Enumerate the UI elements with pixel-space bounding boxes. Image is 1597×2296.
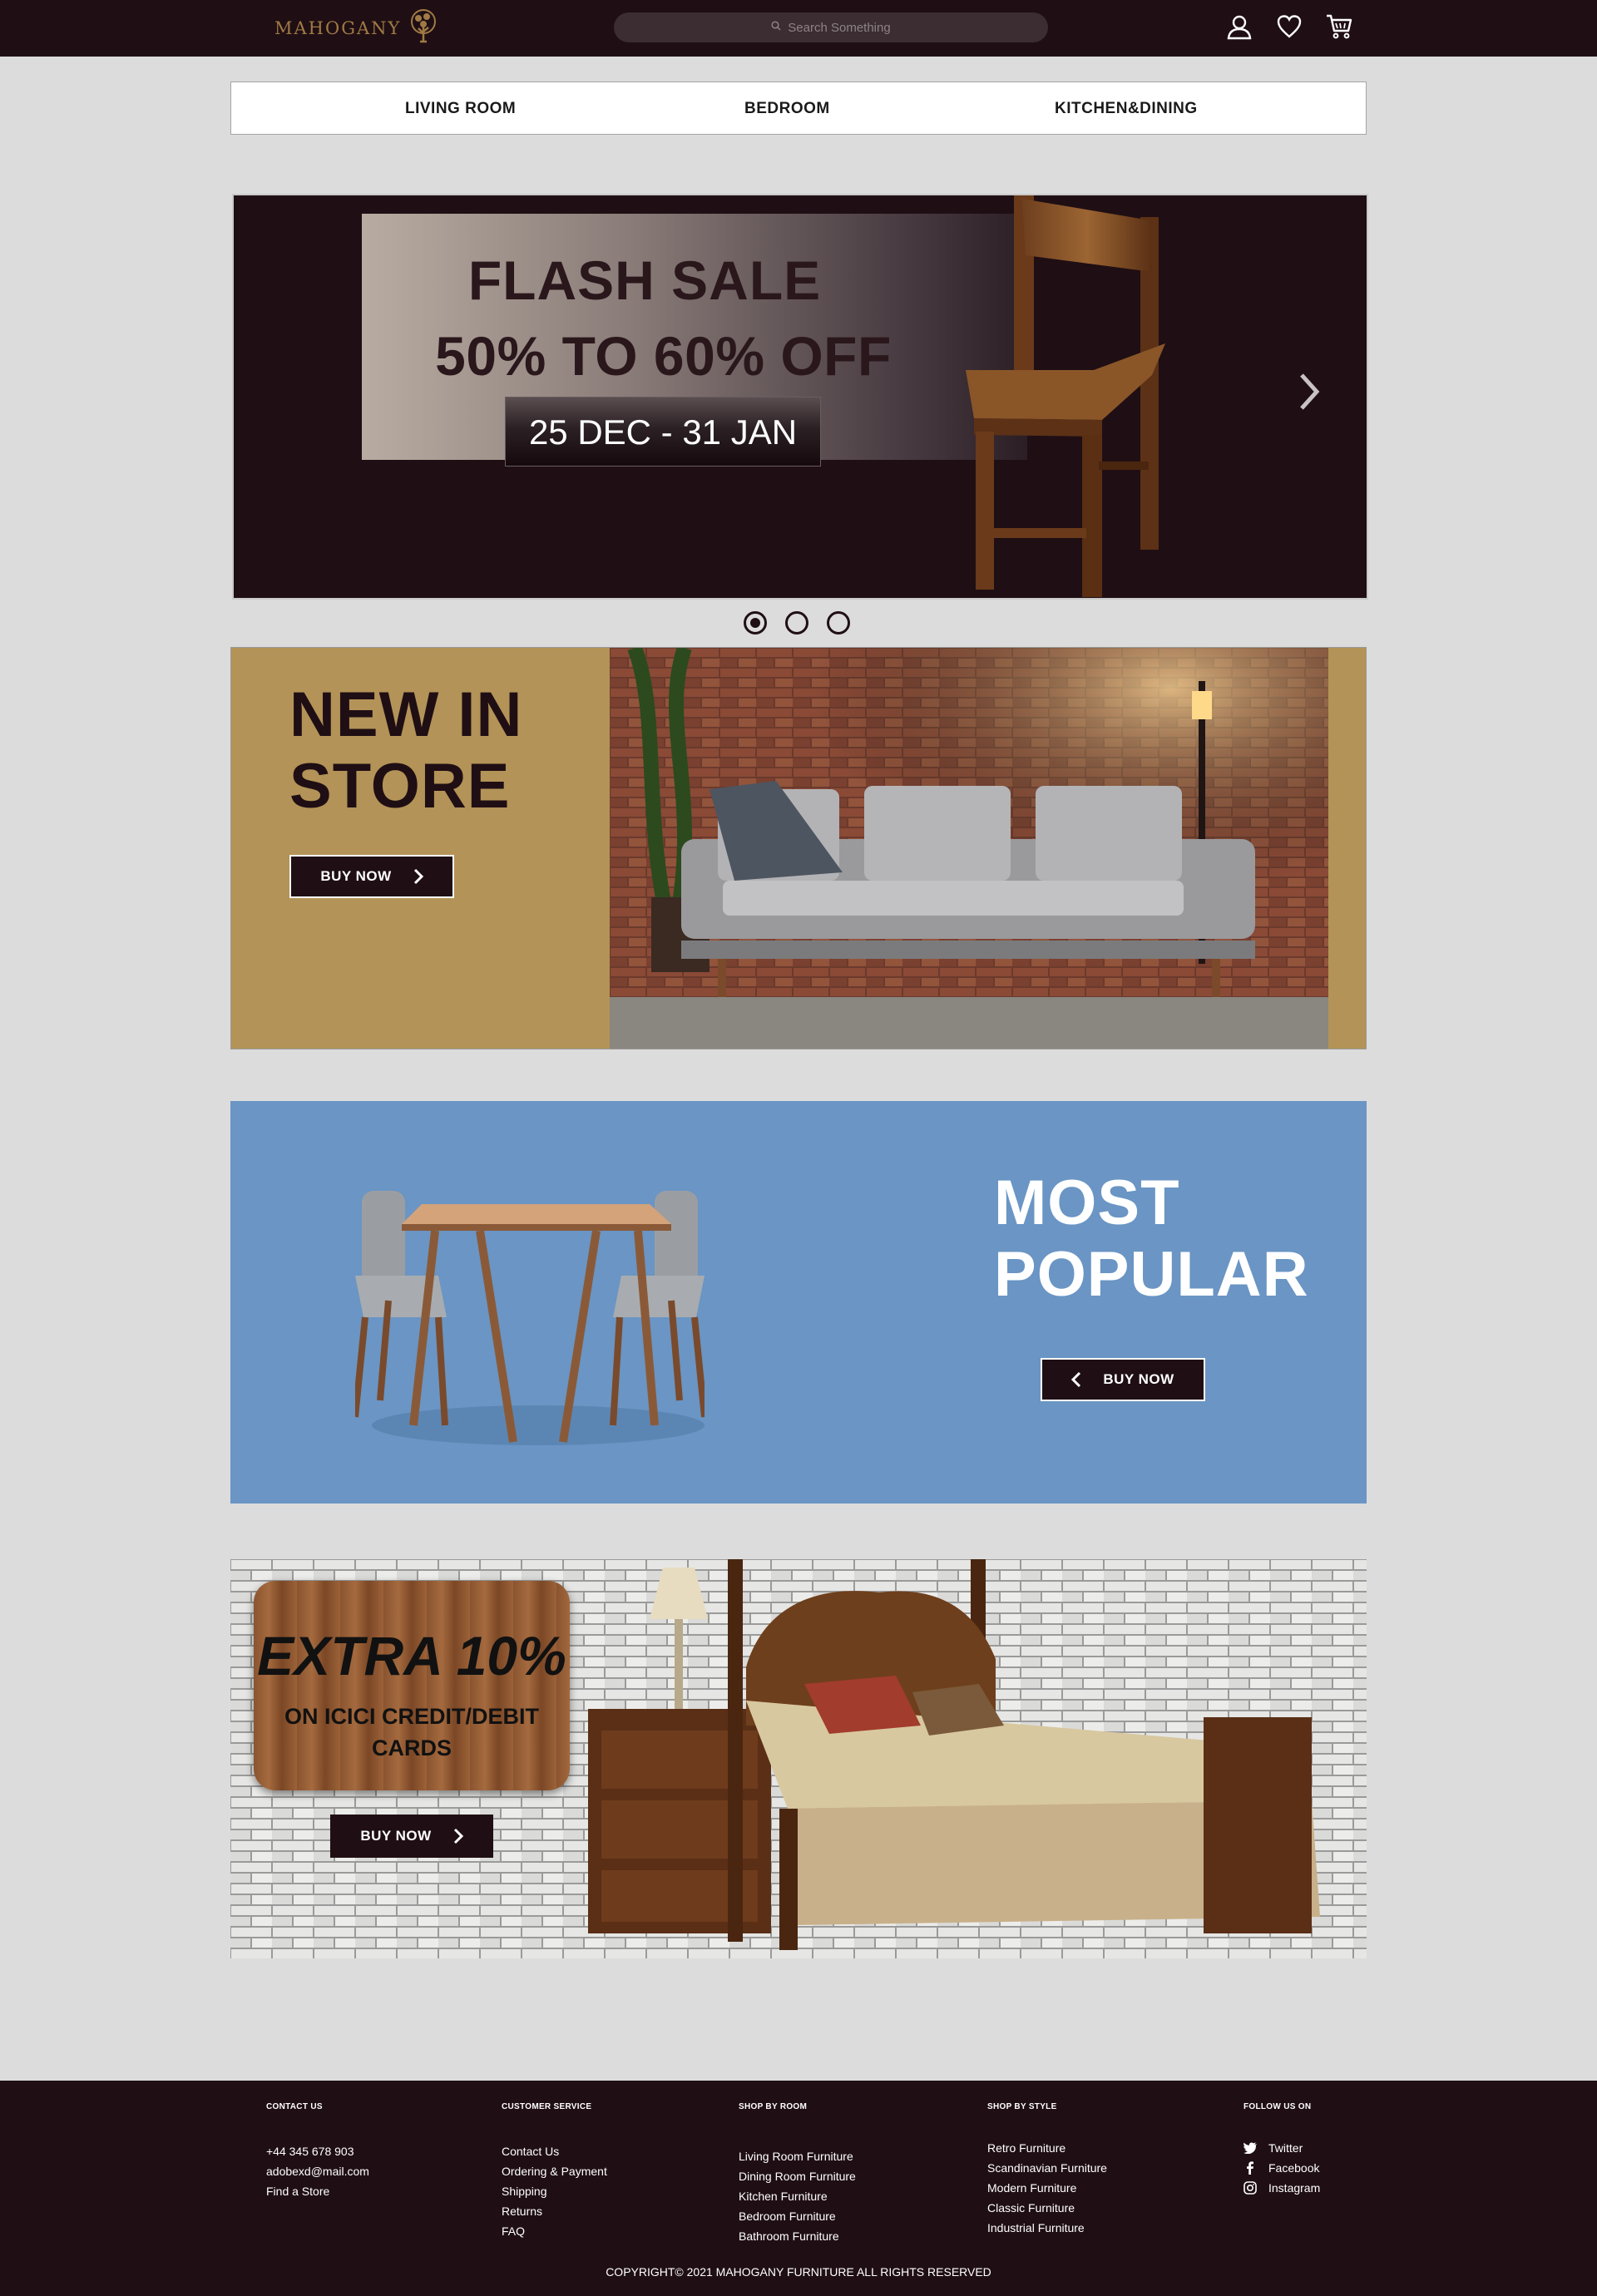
- most-popular-buy-button[interactable]: BUY NOW: [1041, 1358, 1205, 1401]
- nav-living-room[interactable]: LIVING ROOM: [405, 82, 516, 136]
- offer-subtitle: ON ICICI CREDIT/DEBIT CARDS: [254, 1701, 570, 1764]
- footer-shop-by-room: SHOP BY ROOM Living Room Furniture Dinin…: [739, 2102, 856, 2246]
- nav-bedroom[interactable]: BEDROOM: [744, 82, 830, 136]
- offer-title: EXTRA 10%: [257, 1625, 566, 1686]
- logo[interactable]: MAHOGANY: [274, 8, 441, 48]
- title-line-2: STORE: [289, 751, 511, 822]
- most-popular-banner: MOST POPULAR BUY NOW: [230, 1101, 1367, 1504]
- sofa-image: [610, 648, 1328, 1049]
- most-popular-title: MOST POPULAR: [994, 1168, 1309, 1311]
- top-header: MAHOGANY Search Something: [0, 0, 1597, 57]
- button-label: BUY NOW: [360, 1828, 432, 1844]
- footer-link[interactable]: Returns: [502, 2201, 607, 2221]
- hero-date-badge: 25 DEC - 31 JAN: [505, 397, 821, 467]
- offer-subtitle-line-1: ON ICICI CREDIT/DEBIT: [284, 1704, 539, 1729]
- nav-kitchen-dining[interactable]: KITCHEN&DINING: [1055, 82, 1198, 136]
- footer-link[interactable]: Ordering & Payment: [502, 2161, 607, 2181]
- footer-facebook-link[interactable]: Facebook: [1243, 2158, 1320, 2178]
- user-icon[interactable]: [1223, 10, 1256, 43]
- title-line-1: NEW IN: [289, 679, 523, 750]
- offer-sign: EXTRA 10% ON ICICI CREDIT/DEBIT CARDS: [254, 1581, 570, 1790]
- footer-phone[interactable]: +44 345 678 903: [266, 2141, 369, 2161]
- heart-icon[interactable]: [1273, 10, 1306, 43]
- dining-set-image: [355, 1191, 705, 1445]
- footer-link[interactable]: Dining Room Furniture: [739, 2166, 856, 2186]
- footer-heading: CONTACT US: [266, 2102, 323, 2111]
- instagram-icon: [1243, 2181, 1257, 2195]
- chevron-right-icon: [1300, 373, 1320, 410]
- footer-link[interactable]: Industrial Furniture: [987, 2218, 1107, 2238]
- footer-find-store[interactable]: Find a Store: [266, 2181, 369, 2201]
- carousel-next-button[interactable]: [1297, 372, 1322, 416]
- button-label: BUY NOW: [1103, 1371, 1174, 1387]
- new-in-store-title: NEW IN STORE: [289, 679, 522, 822]
- button-label: BUY NOW: [320, 868, 392, 884]
- search-icon: [771, 20, 781, 35]
- carousel-dot-1[interactable]: [744, 611, 767, 634]
- cart-icon[interactable]: [1323, 10, 1356, 43]
- footer-heading: SHOP BY STYLE: [987, 2102, 1057, 2111]
- footer-link[interactable]: Contact Us: [502, 2141, 607, 2161]
- chevron-left-icon: [1071, 1371, 1081, 1388]
- footer-link[interactable]: Bedroom Furniture: [739, 2206, 856, 2226]
- title-line-1: MOST: [994, 1168, 1180, 1238]
- footer-customer-service: CUSTOMER SERVICE Contact Us Ordering & P…: [502, 2102, 607, 2241]
- social-label: Twitter: [1268, 2141, 1303, 2155]
- extra-offer-buy-button[interactable]: BUY NOW: [330, 1815, 493, 1858]
- hero-banner[interactable]: FLASH SALE 50% TO 60% OFF 25 DEC - 31 JA…: [232, 194, 1368, 600]
- social-label: Facebook: [1268, 2161, 1320, 2175]
- footer-instagram-link[interactable]: Instagram: [1243, 2178, 1320, 2198]
- category-nav: LIVING ROOM BEDROOM KITCHEN&DINING: [230, 81, 1367, 135]
- new-in-store-banner: NEW IN STORE BUY NOW: [230, 647, 1367, 1049]
- footer-link[interactable]: Modern Furniture: [987, 2178, 1107, 2198]
- footer-follow: FOLLOW US ON Twitter Facebook Instagram: [1243, 2102, 1320, 2198]
- twitter-icon: [1243, 2142, 1257, 2154]
- footer-link[interactable]: Scandinavian Furniture: [987, 2158, 1107, 2178]
- footer-link[interactable]: Retro Furniture: [987, 2138, 1107, 2158]
- social-label: Instagram: [1268, 2181, 1321, 2195]
- footer-heading: CUSTOMER SERVICE: [502, 2102, 592, 2111]
- footer: CONTACT US +44 345 678 903 adobexd@mail.…: [0, 2081, 1597, 2296]
- search-placeholder: Search Something: [788, 20, 891, 35]
- chair-image: [966, 195, 1165, 597]
- chevron-right-icon: [453, 1828, 463, 1844]
- footer-heading: SHOP BY ROOM: [739, 2102, 808, 2111]
- footer-link[interactable]: Kitchen Furniture: [739, 2186, 856, 2206]
- footer-link[interactable]: FAQ: [502, 2221, 607, 2241]
- carousel-dots: [744, 611, 850, 634]
- footer-link[interactable]: Classic Furniture: [987, 2198, 1107, 2218]
- search-input[interactable]: Search Something: [614, 12, 1048, 42]
- tree-icon: [406, 8, 441, 49]
- copyright-text: COPYRIGHT© 2021 MAHOGANY FURNITURE ALL R…: [606, 2265, 991, 2279]
- title-line-2: POPULAR: [994, 1239, 1309, 1310]
- new-in-store-buy-button[interactable]: BUY NOW: [289, 855, 454, 898]
- facebook-icon: [1247, 2161, 1253, 2175]
- carousel-dot-3[interactable]: [827, 611, 850, 634]
- footer-link[interactable]: Living Room Furniture: [739, 2146, 856, 2166]
- chevron-right-icon: [413, 868, 423, 885]
- logo-text: MAHOGANY: [274, 18, 402, 38]
- offer-subtitle-line-2: CARDS: [371, 1736, 452, 1760]
- footer-twitter-link[interactable]: Twitter: [1243, 2138, 1320, 2158]
- footer-link[interactable]: Shipping: [502, 2181, 607, 2201]
- footer-contact: CONTACT US +44 345 678 903 adobexd@mail.…: [266, 2102, 369, 2201]
- footer-heading: FOLLOW US ON: [1243, 2102, 1312, 2111]
- carousel-dot-2[interactable]: [785, 611, 808, 634]
- hero-discount: 50% TO 60% OFF: [435, 325, 892, 387]
- extra-offer-banner: EXTRA 10% ON ICICI CREDIT/DEBIT CARDS BU…: [230, 1559, 1367, 1958]
- footer-email[interactable]: adobexd@mail.com: [266, 2161, 369, 2181]
- footer-shop-by-style: SHOP BY STYLE Retro Furniture Scandinavi…: [987, 2102, 1107, 2238]
- hero-headline: FLASH SALE: [467, 249, 822, 311]
- footer-link[interactable]: Bathroom Furniture: [739, 2226, 856, 2246]
